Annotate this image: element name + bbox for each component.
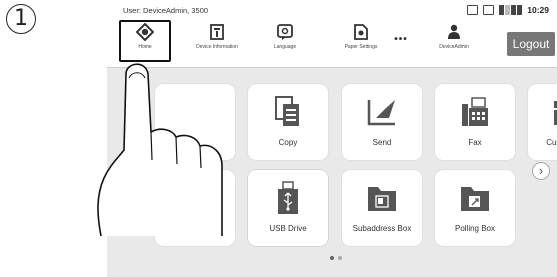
language-button[interactable]: Language bbox=[263, 22, 307, 62]
user-icon bbox=[447, 22, 461, 42]
more-dots-icon: ••• bbox=[394, 34, 408, 45]
fax-icon bbox=[460, 94, 490, 130]
status-area: 10:29 bbox=[467, 4, 549, 16]
tile-send-label: Send bbox=[372, 138, 392, 147]
device-admin-button[interactable]: DeviceAdmin bbox=[432, 22, 476, 62]
tile-custom-box-label: Custom Box bbox=[546, 138, 557, 147]
user-status-text: User: DeviceAdmin, 3500 bbox=[123, 6, 209, 15]
tile-copy-partial[interactable] bbox=[155, 84, 235, 160]
device-admin-label: DeviceAdmin bbox=[439, 44, 469, 50]
page-dot-1 bbox=[330, 256, 334, 260]
top-bar: User: DeviceAdmin, 3500 10:29 Home Devic… bbox=[107, 0, 557, 68]
copy-icon bbox=[275, 94, 301, 130]
tile-custom-box[interactable]: Custom Box bbox=[528, 84, 557, 160]
folder-icon bbox=[552, 94, 557, 130]
subaddress-folder-icon bbox=[366, 180, 398, 216]
lock-icon bbox=[483, 5, 495, 15]
language-icon bbox=[277, 22, 293, 42]
tile-partial-row2[interactable] bbox=[155, 170, 235, 246]
device-information-label: Device Information bbox=[196, 44, 238, 50]
tile-fax[interactable]: Fax bbox=[435, 84, 515, 160]
tile-polling-box[interactable]: Polling Box bbox=[435, 170, 515, 246]
page-indicator bbox=[330, 256, 342, 260]
step-number-marker: 1 bbox=[6, 4, 36, 34]
next-page-chevron-icon[interactable]: › bbox=[532, 162, 550, 180]
paper-settings-button[interactable]: Paper Settings bbox=[335, 22, 387, 62]
tile-fax-label: Fax bbox=[468, 138, 482, 147]
send-icon bbox=[365, 94, 399, 130]
toner-level-icon bbox=[499, 5, 523, 15]
tile-subaddress-box-label: Subaddress Box bbox=[352, 224, 412, 233]
language-label: Language bbox=[273, 44, 297, 50]
clock: 10:29 bbox=[527, 5, 549, 15]
logout-button[interactable]: Logout bbox=[507, 32, 555, 56]
home-button-highlight-box bbox=[119, 20, 171, 62]
tile-usb-drive-label: USB Drive bbox=[269, 224, 307, 233]
status-monitor-icon[interactable] bbox=[467, 5, 479, 15]
usb-icon bbox=[276, 180, 300, 216]
device-info-icon bbox=[210, 22, 224, 42]
paper-settings-icon bbox=[354, 22, 368, 42]
page-dot-2 bbox=[338, 256, 342, 260]
tile-subaddress-box[interactable]: Subaddress Box bbox=[342, 170, 422, 246]
device-information-button[interactable]: Device Information bbox=[195, 22, 239, 62]
more-menu-button[interactable]: ••• bbox=[389, 34, 413, 74]
tile-copy[interactable]: Copy bbox=[248, 84, 328, 160]
tile-send[interactable]: Send bbox=[342, 84, 422, 160]
device-panel-screen: Copy Send Fax Cu USB Drive Subaddress Bo… bbox=[107, 0, 557, 277]
polling-folder-icon bbox=[459, 180, 491, 216]
tile-usb-drive[interactable]: USB Drive bbox=[248, 170, 328, 246]
tile-polling-box-label: Polling Box bbox=[454, 224, 496, 233]
paper-settings-label: Paper Settings bbox=[344, 44, 378, 50]
tile-copy-label: Copy bbox=[278, 138, 298, 147]
